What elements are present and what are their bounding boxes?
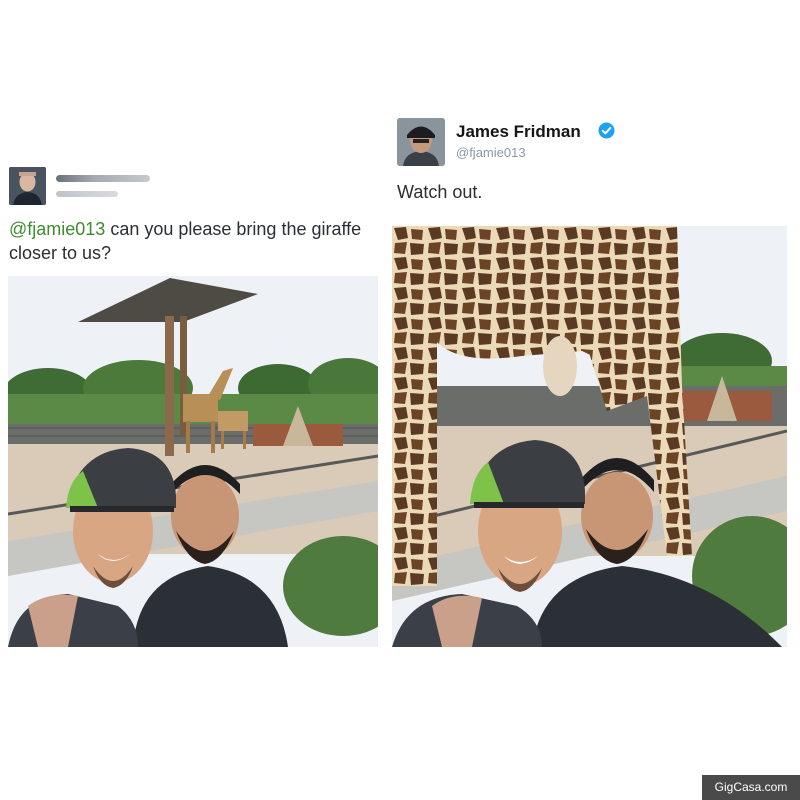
- avatar-icon: [9, 167, 46, 205]
- avatar-icon: [397, 118, 445, 166]
- user-handle[interactable]: @fjamie013: [456, 145, 526, 160]
- right-tweet-text: Watch out.: [397, 182, 483, 202]
- left-tweet-photo[interactable]: [8, 276, 378, 647]
- verified-badge-icon: [598, 122, 615, 139]
- zoo-selfie-image: [8, 276, 378, 647]
- edited-giraffe-selfie-image: [392, 226, 787, 647]
- redacted-handle: [56, 191, 118, 197]
- left-user-avatar[interactable]: [9, 167, 46, 205]
- right-tweet-photo[interactable]: [392, 226, 787, 647]
- redacted-username: [56, 175, 150, 182]
- mention-link[interactable]: @fjamie013: [9, 219, 105, 239]
- left-tweet-text: @fjamie013 can you please bring the gira…: [9, 217, 384, 265]
- watermark-logo: GigCasa.com: [702, 775, 800, 800]
- display-name[interactable]: James Fridman: [456, 122, 581, 142]
- right-user-avatar[interactable]: [397, 118, 445, 166]
